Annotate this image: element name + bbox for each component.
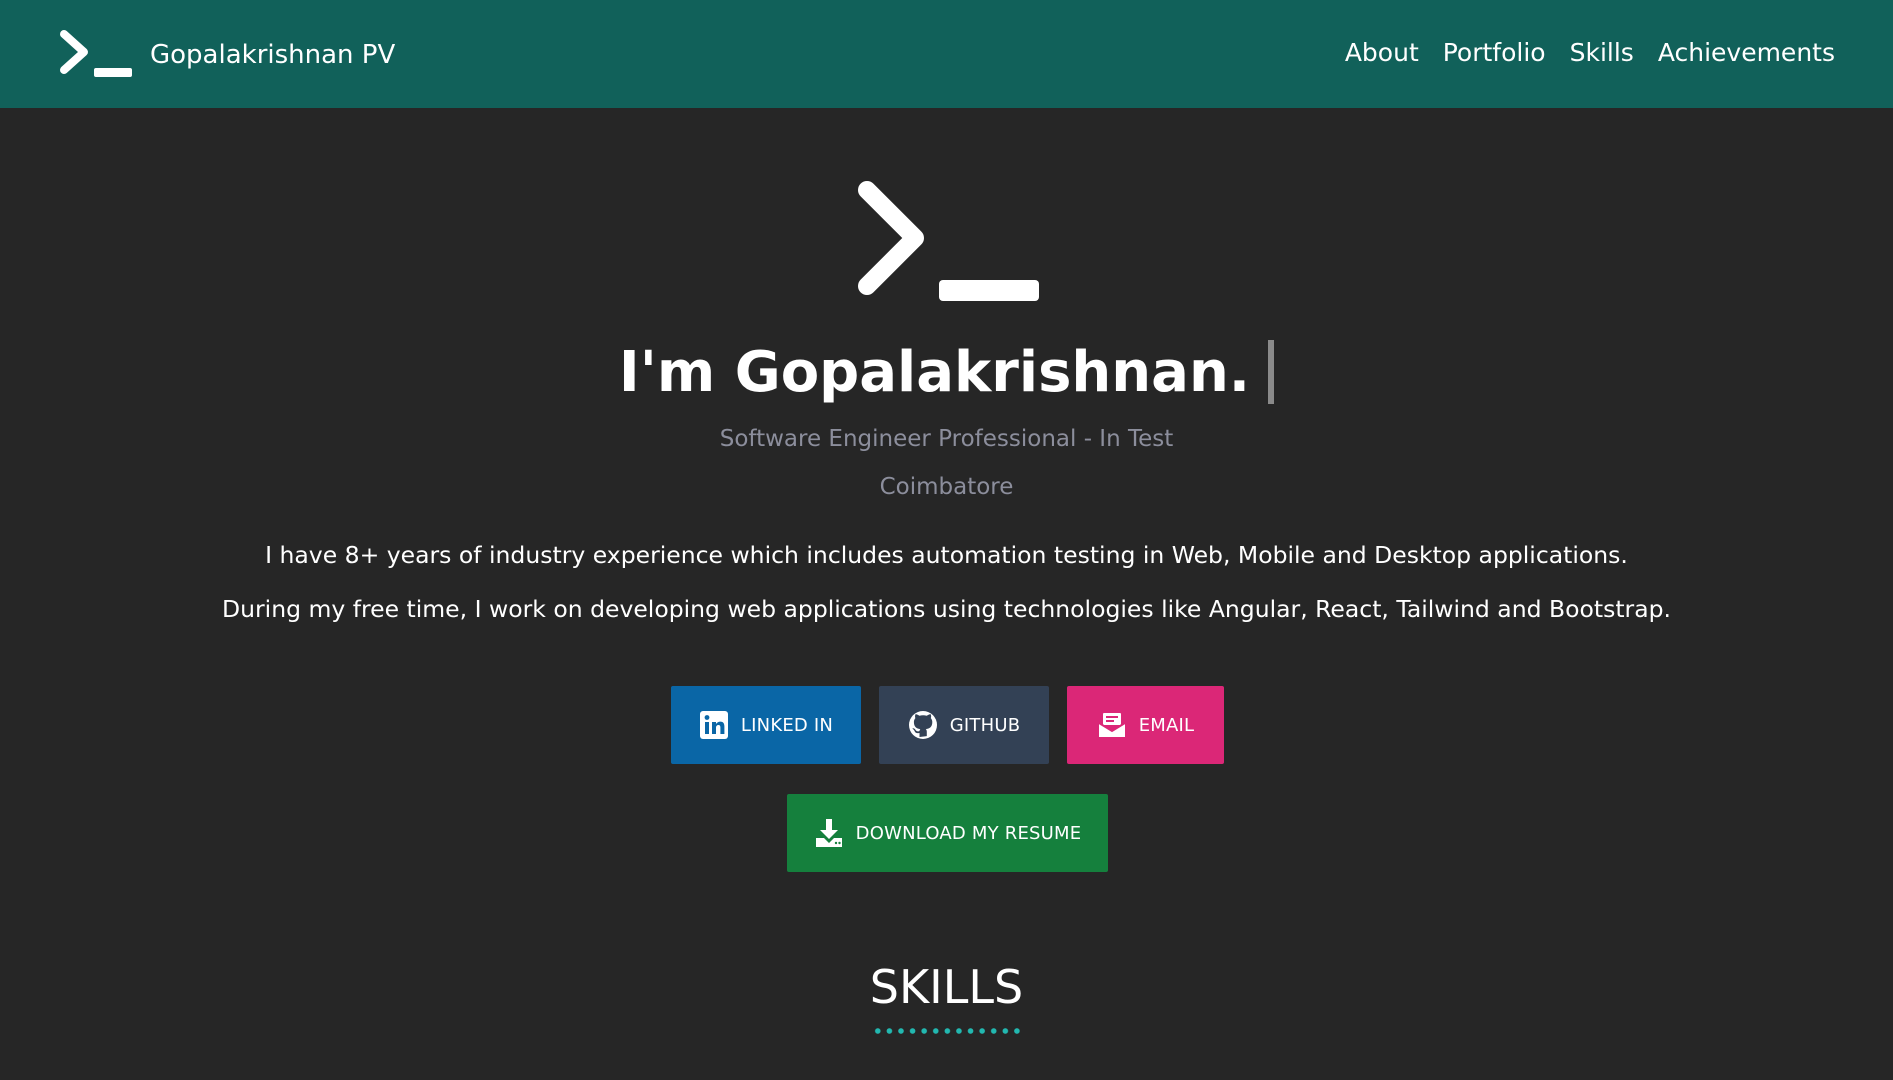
email-button[interactable]: EMAIL (1067, 686, 1224, 764)
nav-link-skills[interactable]: Skills (1570, 38, 1634, 67)
nav-link-portfolio[interactable]: Portfolio (1443, 38, 1546, 67)
linkedin-icon (699, 711, 728, 739)
brand-name: Gopalakrishnan PV (150, 40, 396, 70)
headline-text: I'm Gopalakrishnan. (618, 340, 1251, 405)
email-button-label: EMAIL (1138, 714, 1195, 736)
github-button[interactable]: GITHUB (879, 686, 1049, 764)
bio-line-experience: I have 8+ years of industry experience w… (265, 541, 1628, 569)
navbar: Gopalakrishnan PV About Portfolio Skills… (0, 0, 1893, 108)
linkedin-button[interactable]: LINKED IN (671, 686, 861, 764)
github-button-label: GITHUB (949, 714, 1021, 736)
terminal-prompt-icon (858, 181, 1039, 301)
download-resume-button-label: DOWNLOAD MY RESUME (855, 822, 1082, 844)
nav-link-achievements[interactable]: Achievements (1658, 38, 1835, 67)
hero-location: Coimbatore (879, 474, 1014, 500)
nav-links: About Portfolio Skills Achievements (1345, 38, 1835, 67)
download-icon (815, 819, 842, 847)
download-resume-button[interactable]: DOWNLOAD MY RESUME (787, 794, 1108, 872)
hero-headline: I'm Gopalakrishnan. (0, 339, 1893, 408)
skills-title-underline (872, 1028, 1022, 1034)
github-icon (908, 711, 937, 739)
terminal-prompt-icon (60, 30, 132, 77)
email-icon (1098, 713, 1126, 737)
skills-section-title: SKILLS (869, 960, 1024, 1014)
linkedin-button-label: LINKED IN (740, 714, 834, 736)
brand-link[interactable]: Gopalakrishnan PV (58, 28, 395, 80)
hero-subtitle: Software Engineer Professional - In Test (719, 426, 1174, 452)
typing-cursor (1268, 339, 1275, 404)
bio-line-free-time: During my free time, I work on developin… (222, 595, 1671, 623)
nav-link-about[interactable]: About (1345, 38, 1419, 67)
